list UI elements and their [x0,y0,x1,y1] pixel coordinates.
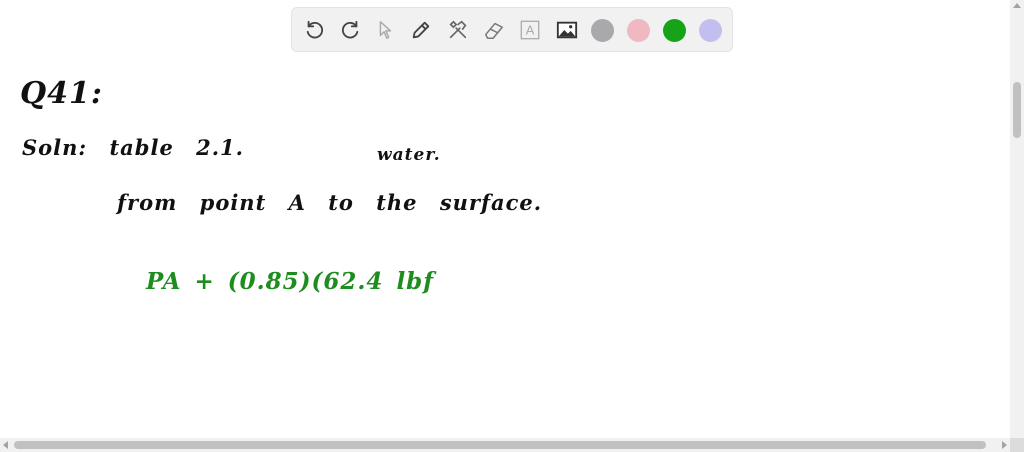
note-question-number: Q41: [20,76,103,111]
scroll-left-arrow-icon[interactable] [3,441,8,449]
note-solution-line: Soln: table 2.1. [22,135,244,160]
vertical-scroll-thumb[interactable] [1013,82,1021,138]
note-point-a-line: from point A to the surface. [117,190,543,215]
horizontal-scrollbar[interactable] [0,438,1024,452]
vertical-scrollbar[interactable] [1010,0,1024,438]
horizontal-scroll-thumb[interactable] [14,441,986,449]
note-pressure-equation: PA + (0.85)(62.4 lbf [146,268,435,295]
scroll-right-arrow-icon[interactable] [1002,441,1007,449]
scrollbar-corner [1010,438,1024,452]
handwritten-notes: Q41: Soln: table 2.1. water. from point … [0,0,1010,438]
note-water-label: water. [377,145,441,165]
scroll-up-arrow-icon[interactable] [1013,3,1021,8]
